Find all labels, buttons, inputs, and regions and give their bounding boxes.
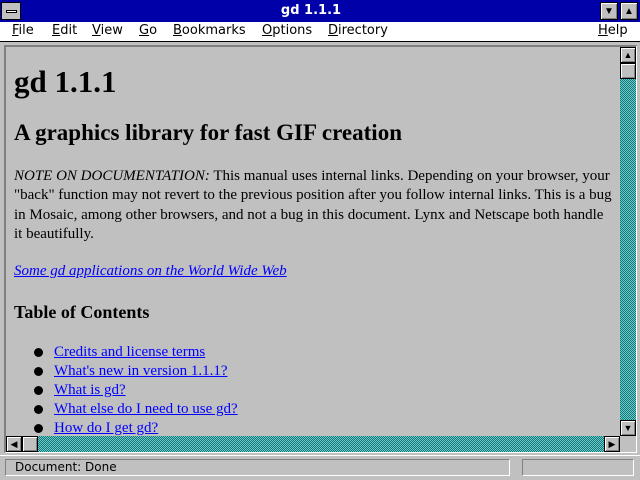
scrollbar-corner <box>620 436 636 452</box>
system-menu-icon[interactable] <box>1 2 21 20</box>
bullet-icon <box>34 405 43 414</box>
toc-link-get-gd[interactable]: How do I get gd? <box>54 420 158 436</box>
vertical-scroll-thumb[interactable] <box>620 63 636 79</box>
menu-file[interactable]: File <box>12 23 34 38</box>
menu-help[interactable]: Help <box>598 23 628 38</box>
arrow-right-icon: ▶ <box>608 438 616 449</box>
document-view[interactable]: gd 1.1.1 A graphics library for fast GIF… <box>6 47 620 436</box>
horizontal-scroll-thumb[interactable] <box>22 436 38 452</box>
minimize-button[interactable]: ▼ <box>600 2 618 20</box>
menu-go[interactable]: Go <box>139 23 157 38</box>
page-title: gd 1.1.1 <box>14 64 117 99</box>
horizontal-scrollbar[interactable] <box>22 436 604 452</box>
arrow-down-icon: ▼ <box>623 423 633 433</box>
scroll-left-button[interactable]: ◀ <box>6 436 22 452</box>
arrow-up-icon: ▲ <box>623 50 633 60</box>
bullet-icon <box>34 424 43 433</box>
page-subtitle: A graphics library for fast GIF creation <box>14 120 402 145</box>
menu-bar: File Edit View Go Bookmarks Options Dire… <box>0 22 640 41</box>
maximize-icon: ▲ <box>624 5 634 17</box>
applications-link[interactable]: Some gd applications on the World Wide W… <box>14 263 287 280</box>
progress-bar <box>522 459 634 476</box>
scroll-down-button[interactable]: ▼ <box>620 420 636 436</box>
toc-heading: Table of Contents <box>14 302 150 322</box>
menu-bookmarks[interactable]: Bookmarks <box>173 23 246 38</box>
toc-link-requirements[interactable]: What else do I need to use gd? <box>54 401 238 418</box>
menu-edit[interactable]: Edit <box>52 23 77 38</box>
menu-options[interactable]: Options <box>262 23 312 38</box>
status-text: Document: Done <box>5 459 510 476</box>
scroll-right-button[interactable]: ▶ <box>604 436 620 452</box>
scroll-up-button[interactable]: ▲ <box>620 47 636 63</box>
bullet-icon <box>34 348 43 357</box>
vertical-scrollbar[interactable] <box>620 63 636 420</box>
title-bar: gd 1.1.1 ▼ ▲ <box>0 0 640 22</box>
minimize-icon: ▼ <box>604 5 614 17</box>
menu-view[interactable]: View <box>92 23 123 38</box>
bullet-icon <box>34 367 43 376</box>
maximize-button[interactable]: ▲ <box>620 2 638 20</box>
arrow-left-icon: ◀ <box>10 438 18 449</box>
menu-divider <box>0 41 640 42</box>
window-title: gd 1.1.1 <box>280 3 342 18</box>
status-bar: Document: Done <box>0 455 640 480</box>
documentation-note: NOTE ON DOCUMENTATION: This manual uses … <box>14 167 614 244</box>
toc-link-credits[interactable]: Credits and license terms <box>54 344 205 361</box>
toc-link-whats-new[interactable]: What's new in version 1.1.1? <box>54 363 228 380</box>
menu-directory[interactable]: Directory <box>328 23 388 38</box>
note-label: NOTE ON DOCUMENTATION: <box>14 168 210 184</box>
bullet-icon <box>34 386 43 395</box>
toc-link-what-is-gd[interactable]: What is gd? <box>54 382 126 399</box>
